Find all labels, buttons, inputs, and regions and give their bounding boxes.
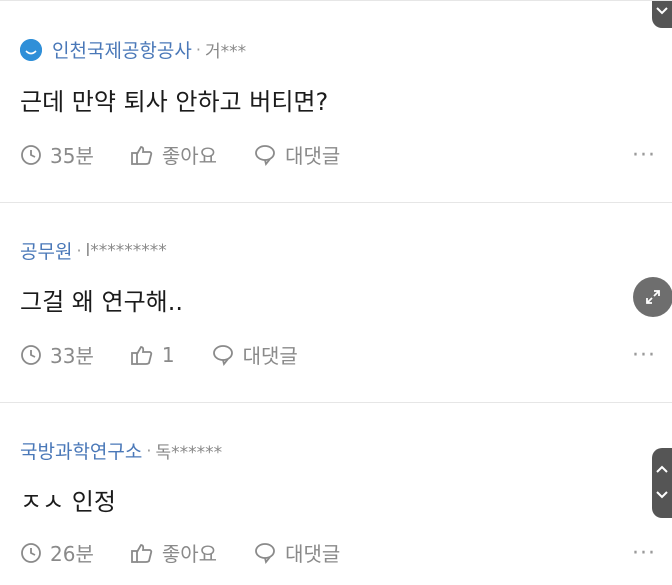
like-button[interactable]: 좋아요 [130,140,217,169]
time-label: 33분 [50,344,94,368]
divider [0,402,672,403]
timestamp: 35분 [20,140,94,169]
company-logo-icon [20,38,42,61]
comment-text: ㅈㅅ 인정 [20,488,116,516]
comment-text: 근데 만약 퇴사 안하고 버티면? [20,88,329,116]
like-button[interactable]: 좋아요 [130,538,217,567]
thumbs-up-icon [130,145,153,165]
comment-actions: 35분 좋아요 대댓글 [20,140,376,169]
speech-bubble-icon [212,344,233,366]
like-button[interactable]: 1 [130,343,175,367]
thumbs-up-icon [130,543,153,563]
meta-separator: · [76,241,82,260]
company-name[interactable]: 공무원 [20,237,72,264]
comment-actions: 33분 1 대댓글 [20,340,334,369]
scroll-nav-buttons [652,448,672,518]
speech-bubble-icon [255,542,275,564]
reply-button[interactable]: 대댓글 [211,340,298,369]
time-label: 26분 [50,542,94,566]
more-options-icon[interactable]: ··· [632,143,656,168]
more-options-icon[interactable]: ··· [632,343,656,368]
timestamp: 33분 [20,340,94,369]
clock-icon [21,144,41,165]
chevron-up-down-icon[interactable] [652,448,672,518]
comment-meta: 공무원 · l********* [20,237,167,264]
reply-label: 대댓글 [285,144,341,168]
timestamp: 26분 [20,538,94,567]
thumbs-up-icon [130,345,153,365]
like-count: 1 [161,342,175,367]
comment-text: 그걸 왜 연구해.. [20,288,183,316]
meta-separator: · [195,40,201,59]
divider [0,202,672,203]
time-label: 35분 [50,144,94,168]
company-name[interactable]: 국방과학연구소 [20,437,142,464]
speech-bubble-icon [255,144,275,166]
username: l********* [85,240,167,261]
expand-icon [646,290,660,304]
more-options-icon[interactable]: ··· [632,541,656,566]
comment-actions: 26분 좋아요 대댓글 [20,538,376,567]
username: 거*** [204,42,247,62]
reply-button[interactable]: 대댓글 [253,538,340,567]
expand-button[interactable] [633,277,672,317]
meta-separator: · [146,441,152,460]
clock-icon [21,344,41,365]
like-label: 좋아요 [161,542,218,566]
scroll-top-button[interactable] [652,0,672,28]
like-label: 좋아요 [161,144,218,168]
reply-button[interactable]: 대댓글 [253,140,340,169]
comment-meta: 국방과학연구소 · 독****** [20,437,222,464]
company-name[interactable]: 인천국제공항공사 [52,36,192,63]
comment-meta: 인천국제공항공사 · 거*** [20,36,246,63]
clock-icon [21,542,41,563]
divider [0,0,672,1]
chevron-down-icon [656,7,668,15]
username: 독****** [155,443,223,463]
reply-label: 대댓글 [242,344,298,368]
reply-label: 대댓글 [285,542,341,566]
